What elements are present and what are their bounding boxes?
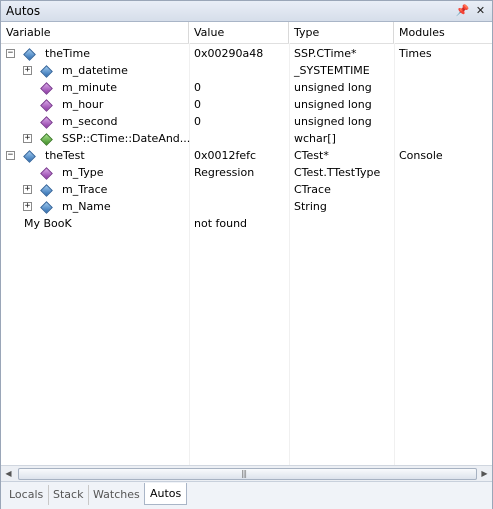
variable-value: not found	[194, 217, 248, 230]
table-row[interactable]: − theTime 0x00290a48 SSP.CTime* Times	[1, 45, 492, 62]
variable-name: m_Type	[62, 166, 104, 179]
field-icon	[40, 82, 53, 95]
variable-type: unsigned long	[294, 98, 372, 111]
variable-name: SSP::CTime::DateAnd...	[62, 132, 191, 145]
variable-type: CTest.TTestType	[294, 166, 381, 179]
column-type[interactable]: Type	[289, 22, 394, 43]
tab-locals[interactable]: Locals	[4, 485, 50, 505]
column-modules[interactable]: Modules	[394, 22, 493, 43]
field-icon	[40, 99, 53, 112]
field-icon	[40, 116, 53, 129]
tab-bar: Locals Stack Watches Autos	[1, 481, 492, 509]
table-row[interactable]: + SSP::CTime::DateAnd... wchar[]	[1, 130, 492, 147]
table-row[interactable]: − theTest 0x0012fefc CTest* Console	[1, 147, 492, 164]
tab-autos[interactable]: Autos	[144, 483, 188, 505]
variable-name: m_Trace	[62, 183, 108, 196]
table-row[interactable]: m_hour 0 unsigned long	[1, 96, 492, 113]
variable-type: CTrace	[294, 183, 331, 196]
variable-type: unsigned long	[294, 81, 372, 94]
tab-stack[interactable]: Stack	[48, 485, 90, 505]
variable-name: m_minute	[62, 81, 118, 94]
autos-window: Autos 📌 ✕ Variable Value Type Modules − t…	[0, 0, 493, 509]
variable-name: theTime	[45, 47, 90, 60]
table-row[interactable]: m_second 0 unsigned long	[1, 113, 492, 130]
horizontal-scrollbar[interactable]: ◀ ||| ▶	[1, 465, 492, 481]
object-icon	[23, 150, 36, 163]
table-row[interactable]: + m_datetime _SYSTEMTIME	[1, 62, 492, 79]
tab-watches[interactable]: Watches	[88, 485, 146, 505]
expand-icon[interactable]: +	[23, 185, 32, 194]
variable-name: m_second	[62, 115, 118, 128]
variable-type: String	[294, 200, 327, 213]
variable-module: Console	[399, 149, 443, 162]
variable-name: My BooK	[24, 217, 72, 230]
expand-icon[interactable]: +	[23, 202, 32, 211]
variable-value: 0x0012fefc	[194, 149, 257, 162]
variable-module: Times	[399, 47, 432, 60]
column-header: Variable Value Type Modules	[1, 22, 492, 44]
expand-icon[interactable]: +	[23, 66, 32, 75]
collapse-icon[interactable]: −	[6, 49, 15, 58]
table-row[interactable]: m_minute 0 unsigned long	[1, 79, 492, 96]
expand-icon[interactable]: +	[23, 134, 32, 143]
variable-name: m_datetime	[62, 64, 128, 77]
scrollbar-thumb[interactable]: |||	[18, 468, 477, 480]
table-row[interactable]: m_Type Regression CTest.TTestType	[1, 164, 492, 181]
table-row[interactable]: + m_Trace CTrace	[1, 181, 492, 198]
variable-type: SSP.CTime*	[294, 47, 357, 60]
column-value[interactable]: Value	[189, 22, 289, 43]
variable-value: 0	[194, 115, 201, 128]
variable-type: CTest*	[294, 149, 329, 162]
object-icon	[40, 184, 53, 197]
variable-value: 0x00290a48	[194, 47, 264, 60]
table-row[interactable]: My BooK not found	[1, 215, 492, 232]
object-icon	[40, 65, 53, 78]
variable-type: _SYSTEMTIME	[294, 64, 370, 77]
variable-value: 0	[194, 98, 201, 111]
variable-name: m_hour	[62, 98, 104, 111]
title-bar: Autos 📌 ✕	[1, 1, 492, 22]
column-variable[interactable]: Variable	[1, 22, 189, 43]
collapse-icon[interactable]: −	[6, 151, 15, 160]
object-icon	[23, 48, 36, 61]
table-row[interactable]: + m_Name String	[1, 198, 492, 215]
scroll-left-icon[interactable]: ◀	[1, 466, 16, 481]
variable-value: 0	[194, 81, 201, 94]
variable-value: Regression	[194, 166, 255, 179]
grip-icon: |||	[241, 469, 247, 478]
method-icon	[40, 133, 53, 146]
variable-type: unsigned long	[294, 115, 372, 128]
field-icon	[40, 167, 53, 180]
variables-list: − theTime 0x00290a48 SSP.CTime* Times + m_date…	[1, 45, 492, 232]
close-icon[interactable]: ✕	[473, 3, 488, 18]
scroll-right-icon[interactable]: ▶	[477, 466, 492, 481]
variable-name: m_Name	[62, 200, 111, 213]
pin-icon[interactable]: 📌	[455, 3, 470, 18]
object-icon	[40, 201, 53, 214]
variable-name: theTest	[45, 149, 85, 162]
variable-type: wchar[]	[294, 132, 336, 145]
window-title: Autos	[6, 4, 41, 18]
